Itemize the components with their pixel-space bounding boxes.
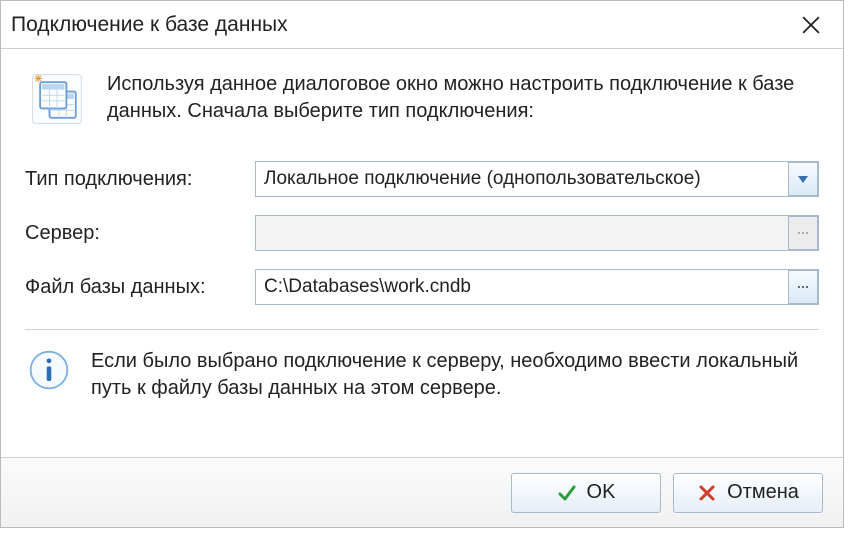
db-file-input[interactable] (255, 269, 819, 305)
intro-text: Используя данное диалоговое окно можно н… (107, 67, 819, 125)
ellipsis-icon (798, 232, 808, 234)
label-db-file: Файл базы данных: (25, 276, 255, 299)
database-wizard-icon (25, 67, 89, 131)
cancel-button-label: Отмена (727, 481, 799, 504)
dialog-body: Используя данное диалоговое окно можно н… (1, 49, 843, 457)
titlebar: Подключение к базе данных (1, 1, 843, 49)
server-field (255, 215, 819, 251)
db-file-field[interactable] (255, 269, 819, 305)
row-db-file: Файл базы данных: (25, 269, 819, 305)
intro-row: Используя данное диалоговое окно можно н… (25, 67, 819, 131)
chevron-down-icon (796, 172, 810, 186)
ok-button[interactable]: OK (511, 473, 661, 513)
server-input (255, 215, 819, 251)
server-browse-button (788, 216, 818, 250)
connection-type-input[interactable] (255, 161, 819, 197)
info-text: Если было выбрано подключение к серверу,… (91, 346, 819, 402)
dialog-window: Подключение к базе данных (0, 0, 844, 528)
label-server: Сервер: (25, 222, 255, 245)
db-file-browse-button[interactable] (788, 270, 818, 304)
close-icon (802, 16, 820, 34)
row-server: Сервер: (25, 215, 819, 251)
info-icon (25, 346, 73, 394)
close-button[interactable] (791, 5, 831, 45)
check-icon (557, 483, 577, 503)
cancel-button[interactable]: Отмена (673, 473, 823, 513)
ellipsis-icon (798, 286, 808, 288)
dialog-footer: OK Отмена (1, 457, 843, 527)
info-row: Если было выбрано подключение к серверу,… (25, 346, 819, 402)
separator (25, 329, 819, 330)
connection-type-dropdown-button[interactable] (788, 162, 818, 196)
window-title: Подключение к базе данных (11, 13, 288, 37)
label-connection-type: Тип подключения: (25, 168, 255, 191)
ok-button-label: OK (587, 481, 616, 504)
cancel-icon (697, 483, 717, 503)
row-connection-type: Тип подключения: (25, 161, 819, 197)
connection-type-field[interactable] (255, 161, 819, 197)
